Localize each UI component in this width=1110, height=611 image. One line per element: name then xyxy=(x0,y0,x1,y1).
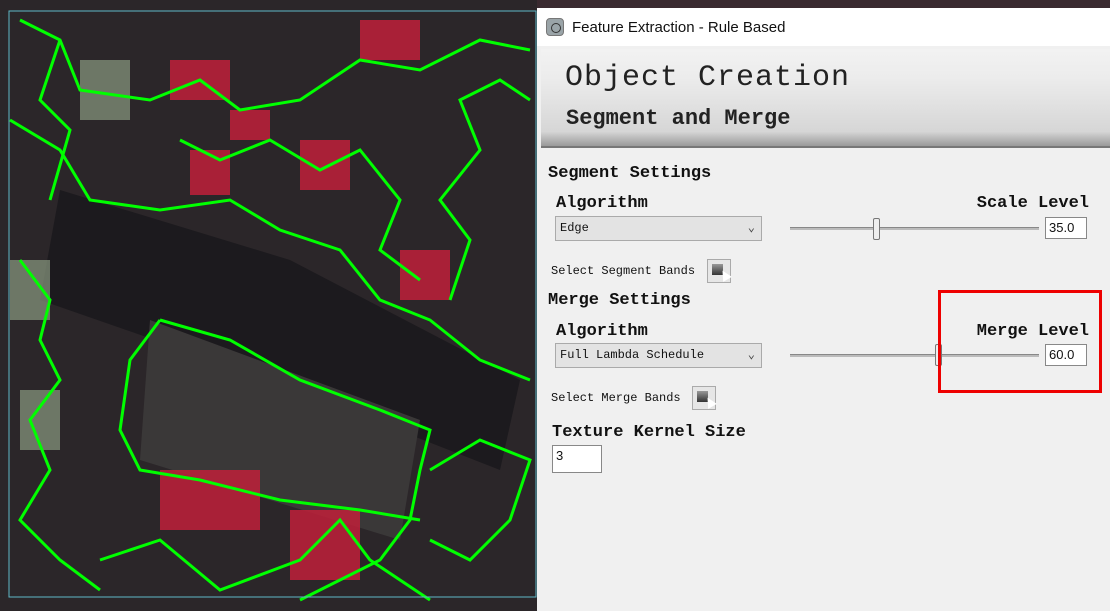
merge-algorithm-value: Full Lambda Schedule xyxy=(560,348,705,362)
segmentation-preview-image xyxy=(0,0,537,611)
highlight-box xyxy=(938,290,1102,393)
select-merge-bands-button[interactable] xyxy=(692,386,716,410)
scale-level-slider-thumb[interactable] xyxy=(873,218,881,240)
banner-subtitle: Segment and Merge xyxy=(566,106,791,131)
merge-algorithm-label: Algorithm xyxy=(556,322,648,341)
background-strip xyxy=(537,0,1110,8)
segment-algorithm-select[interactable]: Edge ⌄ xyxy=(555,216,762,241)
banner-title: Object Creation xyxy=(565,61,851,95)
chevron-down-icon: ⌄ xyxy=(747,221,755,235)
merge-algorithm-select[interactable]: Full Lambda Schedule ⌄ xyxy=(555,343,762,368)
merge-settings-heading: Merge Settings xyxy=(548,291,691,310)
segmentation-overlay xyxy=(0,0,537,611)
wizard-banner: Object Creation Segment and Merge xyxy=(541,49,1110,148)
select-merge-bands-label: Select Merge Bands xyxy=(551,391,681,405)
select-segment-bands-label: Select Segment Bands xyxy=(551,264,696,278)
window-title: Feature Extraction - Rule Based xyxy=(572,18,786,36)
texture-kernel-size-label: Texture Kernel Size xyxy=(552,423,746,442)
segment-algorithm-label: Algorithm xyxy=(556,194,648,213)
app-icon xyxy=(546,18,564,36)
feature-extraction-panel: Feature Extraction - Rule Based Object C… xyxy=(537,0,1110,611)
chevron-down-icon: ⌄ xyxy=(747,348,755,362)
texture-kernel-size-input[interactable]: 3 xyxy=(552,445,602,473)
segment-algorithm-value: Edge xyxy=(560,221,589,235)
scale-level-slider[interactable] xyxy=(790,227,1039,230)
scale-level-input[interactable]: 35.0 xyxy=(1045,217,1087,239)
select-segment-bands-button[interactable] xyxy=(707,259,731,283)
segment-settings-heading: Segment Settings xyxy=(548,164,712,183)
title-bar: Feature Extraction - Rule Based xyxy=(537,8,1110,46)
scale-level-label: Scale Level xyxy=(976,194,1089,213)
